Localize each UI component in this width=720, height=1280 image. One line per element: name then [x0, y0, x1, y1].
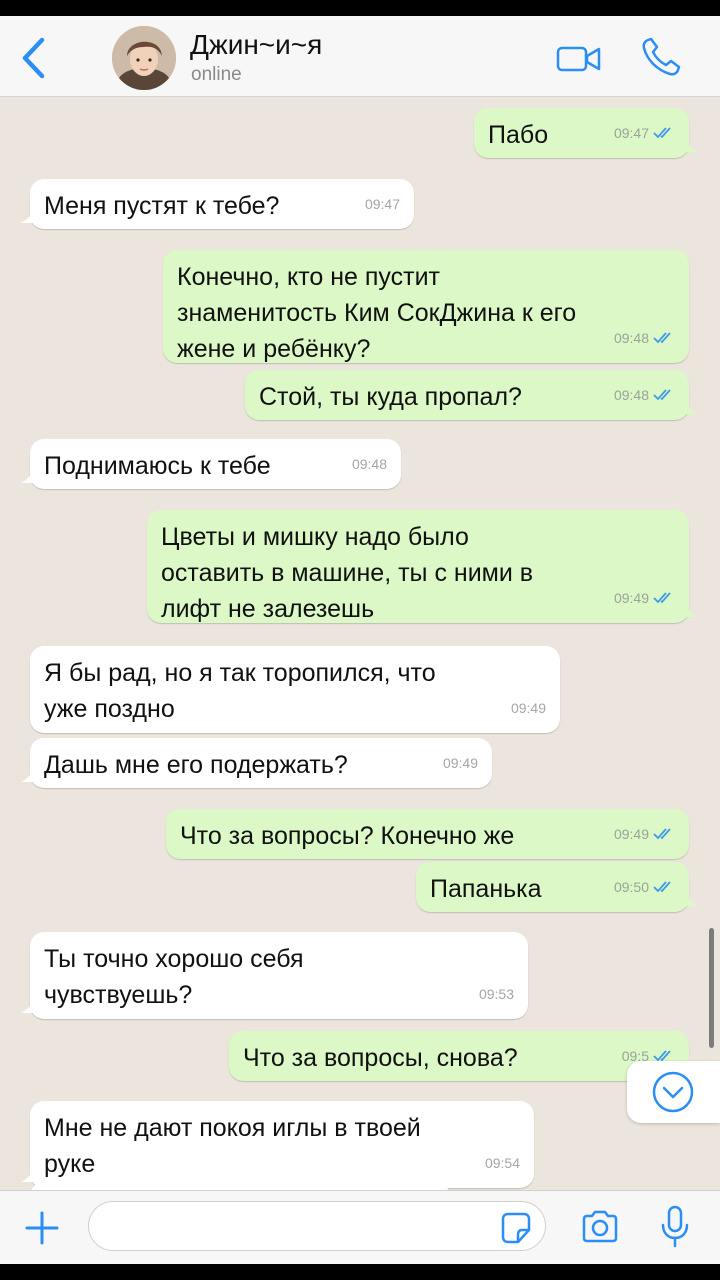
message-time: 09:47 [364, 196, 400, 212]
outgoing-message[interactable]: Пабо 09:47 [474, 108, 698, 158]
message-time: 09:48 [613, 330, 649, 346]
message-meta: 09:47 [365, 186, 400, 222]
message-meta: 09:54 [485, 1145, 520, 1181]
message-time: 09:54 [484, 1155, 520, 1171]
bubble-tail [682, 400, 698, 414]
outgoing-message[interactable]: Стой, ты куда пропал? 09:48 [245, 370, 698, 420]
double-check-icon [653, 881, 671, 893]
message-text: Стой, ты куда пропал? [259, 383, 522, 411]
outgoing-message[interactable]: Конечно, кто не пустит знаменитость Ким … [163, 250, 689, 363]
bubble-tail [682, 603, 698, 617]
bubble-tail [21, 1168, 37, 1182]
message-time: 09:49 [510, 700, 546, 716]
chevron-down-circle-icon [652, 1071, 694, 1113]
video-call-button[interactable] [556, 44, 602, 79]
outgoing-message[interactable]: Что за вопросы, снова? 09:5 [229, 1031, 698, 1081]
message-time: 09:48 [351, 456, 387, 472]
message-meta: 09:49 [443, 745, 478, 781]
bubble-tail [21, 209, 37, 223]
message-meta: 09:48 [614, 377, 675, 413]
double-check-icon [653, 389, 671, 401]
incoming-message[interactable]: Меня пустят к тебе? 09:47 [21, 179, 414, 229]
message-meta: 09:48 [614, 320, 675, 356]
message-meta: 09:53 [479, 976, 514, 1012]
message-meta: 09:50 [614, 869, 675, 905]
message-input[interactable] [88, 1201, 546, 1251]
phone-icon [642, 37, 681, 76]
message-text: Ты точно хорошо себя чувствуешь? [44, 945, 311, 1009]
sticker-icon [501, 1212, 531, 1244]
message-list[interactable]: Пабо 09:47 Меня пустят к тебе? 09:47 Конечно… [0, 97, 720, 1222]
message-time: 09:49 [442, 755, 478, 771]
contact-name[interactable]: Джин~и~я [190, 29, 322, 61]
message-time: 09:48 [613, 387, 649, 403]
message-text: Дашь мне его подержать? [44, 751, 348, 779]
message-text: Что за вопросы, снова? [243, 1044, 518, 1072]
message-text: Пабо [488, 121, 549, 149]
bubble-tail [21, 469, 37, 483]
double-check-icon [653, 592, 671, 604]
camera-icon [582, 1210, 618, 1243]
message-time: 09:53 [478, 986, 514, 1002]
message-time: 09:49 [613, 590, 649, 606]
chat-screen: Джин~и~я online Пабо 09:47 Меня пустят к т… [0, 16, 720, 1264]
message-text: Конечно, кто не пустит знаменитость Ким … [177, 263, 584, 363]
scroll-to-bottom-button[interactable] [627, 1061, 720, 1123]
message-text: Поднимаюсь к тебе [44, 452, 271, 480]
outgoing-message[interactable]: Что за вопросы? Конечно же 09:49 [166, 809, 689, 859]
message-time: 09:50 [613, 879, 649, 895]
message-text: Что за вопросы? Конечно же [180, 822, 515, 850]
plus-icon [25, 1211, 59, 1245]
attach-button[interactable] [24, 1210, 60, 1246]
composer-bar [0, 1190, 720, 1264]
bubble-tail [21, 768, 37, 782]
video-camera-icon [556, 46, 601, 72]
incoming-message[interactable]: Поднимаюсь к тебе 09:48 [21, 439, 401, 489]
message-meta: 09:49 [614, 816, 675, 852]
microphone-button[interactable] [660, 1205, 690, 1249]
chevron-left-icon [22, 37, 45, 79]
message-meta: 09:47 [614, 115, 675, 151]
bubble-tail [682, 892, 698, 906]
double-check-icon [653, 828, 671, 840]
incoming-message[interactable]: Дашь мне его подержать? 09:49 [21, 738, 492, 788]
scrollbar[interactable] [709, 928, 714, 1048]
outgoing-message[interactable]: Папанька 09:50 [416, 862, 698, 912]
sticker-button[interactable] [498, 1211, 534, 1245]
message-meta: 09:49 [511, 690, 546, 726]
bubble-tail [682, 138, 698, 152]
double-check-icon [653, 332, 671, 344]
bubble-tail [21, 999, 37, 1013]
chat-header: Джин~и~я online [0, 16, 720, 97]
microphone-icon [661, 1205, 689, 1248]
message-text: Я бы рад, но я так торопился, что уже по… [44, 659, 443, 723]
outgoing-message[interactable]: Цветы и мишку надо было оставить в машин… [147, 510, 698, 623]
back-button[interactable] [18, 36, 48, 80]
message-meta: 09:49 [614, 580, 675, 616]
incoming-message[interactable]: Я бы рад, но я так торопился, что уже по… [30, 646, 560, 733]
message-text: Папанька [430, 875, 542, 903]
message-time: 09:49 [613, 826, 649, 842]
incoming-message[interactable]: Мне не дают покоя иглы в твоей руке 09:54 [21, 1101, 534, 1188]
message-time: 09:47 [613, 125, 649, 141]
camera-button[interactable] [580, 1209, 620, 1245]
incoming-message[interactable]: Ты точно хорошо себя чувствуешь? 09:53 [21, 932, 528, 1019]
message-text: Цветы и мишку надо было оставить в машин… [161, 523, 540, 623]
message-text: Меня пустят к тебе? [44, 192, 280, 220]
avatar[interactable] [112, 26, 176, 90]
double-check-icon [653, 127, 671, 139]
contact-status: online [191, 64, 242, 85]
message-text: Мне не дают покоя иглы в твоей руке [44, 1114, 428, 1178]
message-meta: 09:48 [352, 446, 387, 482]
voice-call-button[interactable] [640, 36, 682, 83]
